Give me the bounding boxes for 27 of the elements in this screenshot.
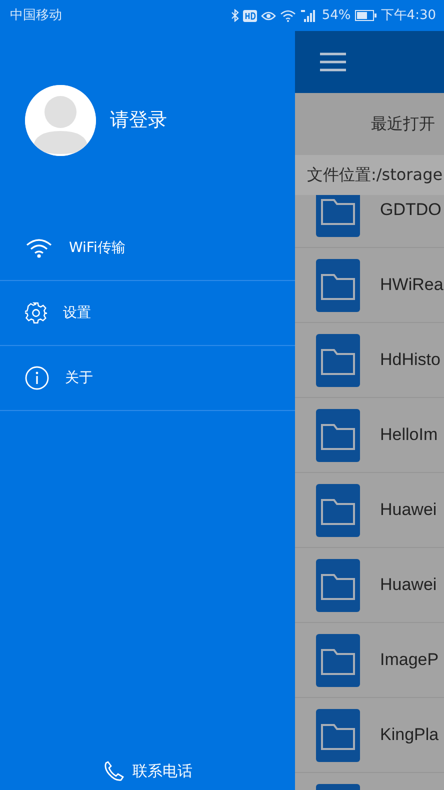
folder-name[interactable]: KingPla	[380, 722, 439, 748]
bluetooth-icon	[230, 9, 239, 22]
battery-icon	[354, 10, 377, 21]
contact-phone-link[interactable]: 联系电话	[132, 760, 192, 782]
clock-time: 下午4:30	[380, 6, 436, 25]
wifi-icon	[280, 10, 296, 22]
carrier-name: 中国移动	[10, 6, 62, 25]
folder-name[interactable]: HWiRea	[380, 272, 444, 298]
folder-name[interactable]: GDTDO	[380, 197, 442, 223]
info-icon	[25, 366, 49, 390]
login-prompt[interactable]: 请登录	[110, 106, 167, 135]
folder-name[interactable]: Huawei	[380, 572, 437, 598]
settings-icon	[25, 302, 47, 324]
eye-icon	[260, 10, 276, 22]
wifi-icon	[25, 237, 53, 259]
phone-icon	[102, 760, 124, 782]
folder-name[interactable]: HdHisto	[380, 347, 440, 373]
folder-name[interactable]: HelloIm	[380, 422, 438, 448]
folder-name[interactable]: Huawei	[380, 497, 437, 523]
avatar-icon[interactable]	[25, 85, 96, 156]
menu-icon[interactable]	[319, 52, 347, 72]
signal-icon	[300, 9, 318, 22]
recent-tab[interactable]: 最近打开	[371, 112, 435, 136]
file-path: 文件位置:/storage	[307, 164, 443, 186]
hd-icon	[242, 10, 257, 22]
folder-name[interactable]: ImageP	[380, 647, 439, 673]
battery-percent: 54%	[322, 6, 351, 25]
